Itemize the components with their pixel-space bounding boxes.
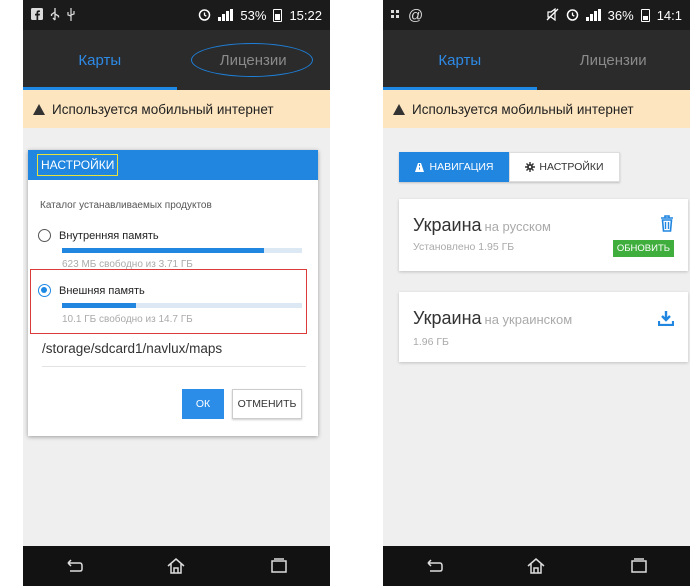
map-card-ukraine-uk[interactable]: Украина на украинском 1.96 ГБ <box>399 292 688 362</box>
navigation-tab-button[interactable]: НАВИГАЦИЯ <box>399 152 509 182</box>
map-country: Украина <box>413 308 482 328</box>
map-download-size: 1.96 ГБ <box>413 336 449 348</box>
home-icon[interactable] <box>156 551 196 581</box>
radio-internal[interactable] <box>38 229 51 242</box>
home-icon[interactable] <box>516 551 556 581</box>
mute-icon <box>546 7 559 23</box>
dialog-header: НАСТРОЙКИ <box>28 150 318 180</box>
map-language: на украинском <box>484 312 573 327</box>
storage-usage-bar <box>62 248 302 253</box>
storage-option-internal[interactable]: Внутренняя память 623 МБ свободно из 3.7… <box>38 229 308 270</box>
install-path: /storage/sdcard1/navlux/maps <box>42 341 306 367</box>
tab-bar: Карты Лицензии <box>383 30 690 90</box>
warning-icon <box>393 103 405 115</box>
settings-dialog: НАСТРОЙКИ Каталог устанавливаемых продук… <box>28 150 318 436</box>
at-icon: @ <box>408 6 424 24</box>
map-country: Украина <box>413 215 482 235</box>
charging-icon <box>67 7 75 23</box>
cancel-button[interactable]: ОТМЕНИТЬ <box>232 389 302 419</box>
clock: 14:1 <box>656 7 682 23</box>
warning-text: Используется мобильный интернет <box>412 101 634 117</box>
mode-segmented-control: НАВИГАЦИЯ НАСТРОЙКИ <box>399 152 620 182</box>
signal-icon <box>218 9 234 21</box>
download-icon[interactable] <box>657 310 675 331</box>
map-installed-size: Установлено 1.95 ГБ <box>413 241 515 253</box>
dialog-subtitle: Каталог устанавливаемых продуктов <box>40 200 212 211</box>
battery-percent: 53% <box>240 7 267 23</box>
mobile-data-warning: Используется мобильный интернет <box>23 90 330 128</box>
phone-left-screen: 53% 15:22 Карты Лицензии Используется мо… <box>23 0 330 586</box>
dialog-title: НАСТРОЙКИ <box>37 154 119 176</box>
alarm-icon <box>566 8 579 23</box>
android-nav-bar <box>383 546 690 586</box>
clock: 15:22 <box>289 7 322 23</box>
trash-icon[interactable] <box>660 215 674 237</box>
battery-percent: 36% <box>607 7 634 23</box>
external-option-highlight-box <box>30 269 307 334</box>
battery-icon <box>640 8 650 22</box>
gear-icon <box>525 162 536 172</box>
recent-apps-icon[interactable] <box>619 551 659 581</box>
android-nav-bar <box>23 546 330 586</box>
map-language: на русском <box>484 219 551 234</box>
update-button[interactable]: ОБНОВИТЬ <box>612 240 674 257</box>
map-title: Украина на русском <box>413 215 551 236</box>
storage-usage-fill <box>62 248 264 253</box>
tab-licenses[interactable]: Лицензии <box>177 30 331 90</box>
map-card-ukraine-ru[interactable]: Украина на русском Установлено 1.95 ГБ ОБ… <box>399 199 688 271</box>
recent-apps-icon[interactable] <box>259 551 299 581</box>
warning-icon <box>33 103 45 115</box>
back-icon[interactable] <box>414 551 454 581</box>
map-title: Украина на украинском <box>413 308 572 329</box>
tab-maps[interactable]: Карты <box>23 30 177 90</box>
tab-bar: Карты Лицензии <box>23 30 330 90</box>
settings-tab-button[interactable]: НАСТРОЙКИ <box>509 152 620 182</box>
status-bar: @ 36% 14:1 <box>383 0 690 30</box>
usb-icon <box>50 7 60 23</box>
facebook-icon <box>31 8 43 22</box>
alarm-icon <box>198 8 211 23</box>
tab-maps[interactable]: Карты <box>383 30 537 90</box>
sim-icon <box>391 8 401 22</box>
status-bar: 53% 15:22 <box>23 0 330 30</box>
settings-label: НАСТРОЙКИ <box>539 161 604 173</box>
phone-right-screen: @ 36% 14:1 Карты Лицензии Используется м… <box>383 0 690 586</box>
battery-icon <box>273 8 283 22</box>
tab-licenses[interactable]: Лицензии <box>537 30 691 90</box>
navigation-label: НАВИГАЦИЯ <box>429 161 494 173</box>
ok-button[interactable]: ОК <box>182 389 224 419</box>
signal-icon <box>585 9 601 21</box>
option-label: Внутренняя память <box>59 229 159 242</box>
road-icon <box>415 162 425 172</box>
mobile-data-warning: Используется мобильный интернет <box>383 90 690 128</box>
warning-text: Используется мобильный интернет <box>52 101 274 117</box>
back-icon[interactable] <box>54 551 94 581</box>
